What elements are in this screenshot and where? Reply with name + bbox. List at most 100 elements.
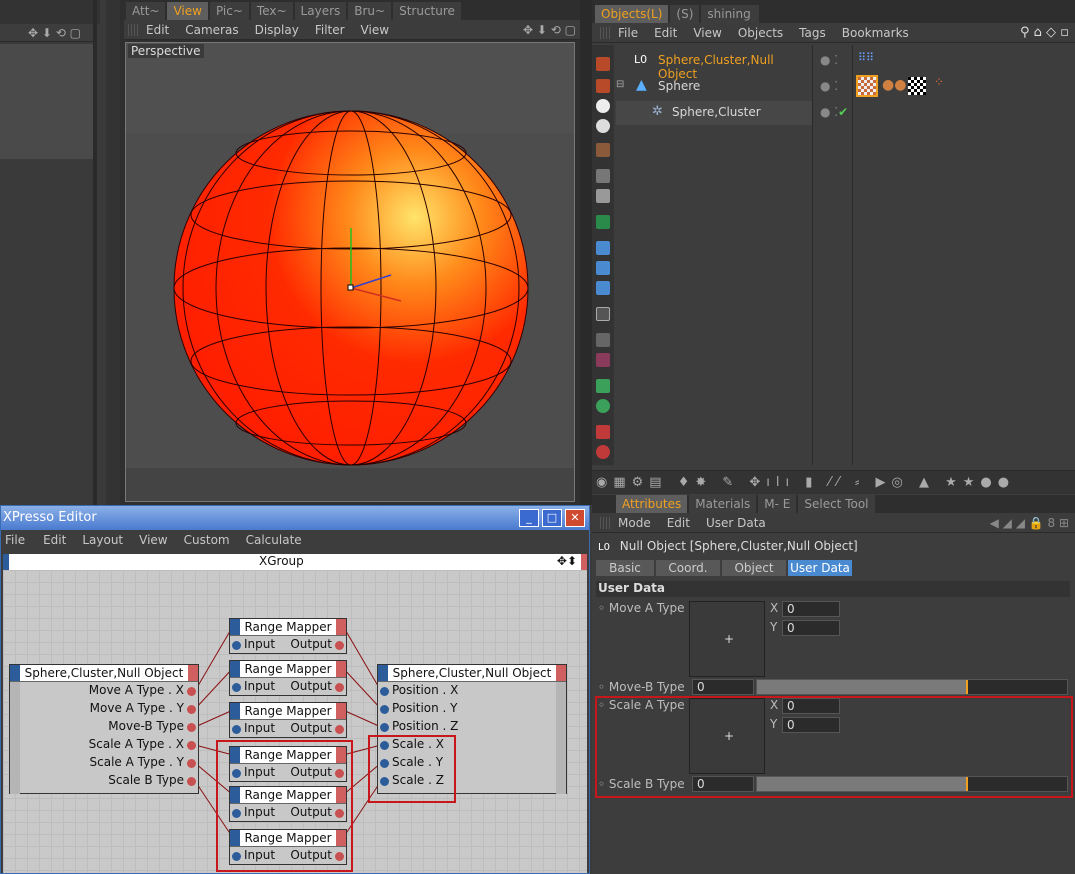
tool-icon[interactable] [596,189,610,203]
tab-select-tool[interactable]: Select Tool [798,495,875,513]
output-port[interactable] [335,683,344,692]
range-mapper-node[interactable]: Range Mapper Input Output [229,702,347,738]
tool-icon[interactable] [596,281,610,295]
tab-view[interactable]: View [167,2,208,20]
range-mapper-node[interactable]: Range Mapper Input Output [229,660,347,696]
maximize-button[interactable]: □ [542,509,562,527]
subtab-user-data[interactable]: User Data [788,560,852,576]
menu-edit[interactable]: Edit [646,26,685,40]
menu-edit[interactable]: Edit [138,23,177,37]
move-b-field[interactable]: 0 [692,679,754,695]
output-port[interactable] [187,687,196,696]
source-node[interactable]: Sphere,Cluster,Null Object Move A Type .… [9,664,199,794]
output-port[interactable] [187,777,196,786]
tool-icon[interactable] [596,399,610,413]
tool-icon[interactable] [596,379,610,393]
tool-icon[interactable] [596,169,610,183]
menu-file[interactable]: File [610,26,646,40]
output-port[interactable] [335,641,344,650]
menu-user-data[interactable]: User Data [698,516,774,530]
menu-calculate[interactable]: Calculate [238,533,310,547]
tab-tex[interactable]: Tex~ [250,2,293,20]
toolbar-icons[interactable]: ◉▦⚙▤ ♦✸ ✎ ✥ılı ▮ ⁄⁄ ⸗ ▶◎ ▲ ★★●● [596,474,1015,490]
tab-structure[interactable]: Structure [393,2,461,20]
move-a-x-field[interactable]: 0 [782,601,840,617]
menu-objects[interactable]: Objects [730,26,791,40]
nav-back-icon[interactable]: ◀ ◢ ◢ 🔒 8 ⊞ [990,516,1069,530]
xpresso-canvas[interactable]: Sphere,Cluster,Null Object Move A Type .… [3,570,587,873]
input-port[interactable] [380,705,389,714]
move-icon[interactable]: ✥⬍ [557,554,577,568]
tree-row[interactable]: ✲ Sphere,Cluster [616,101,812,125]
output-port[interactable] [187,723,196,732]
menu-bookmarks[interactable]: Bookmarks [834,26,917,40]
tool-icon[interactable] [596,143,610,157]
visibility-dot[interactable]: ● ⁚ [820,53,838,67]
menu-mode[interactable]: Mode [610,516,659,530]
menu-tags[interactable]: Tags [791,26,834,40]
close-button[interactable]: ✕ [565,509,585,527]
tree-row[interactable]: ⊟ ▲ Sphere [616,75,812,99]
vertical-splitter[interactable] [580,0,592,505]
input-port[interactable] [380,723,389,732]
move-a-spline[interactable]: + [689,601,765,677]
subtab-object[interactable]: Object [722,560,786,576]
range-mapper-node[interactable]: Range Mapper Input Output [229,618,347,654]
sphere-tool-icon[interactable] [596,119,610,133]
menu-file[interactable]: File [1,533,35,547]
menu-edit[interactable]: Edit [659,516,698,530]
output-port[interactable] [187,705,196,714]
texture-tag-icon[interactable] [908,77,926,95]
tool-icon[interactable] [596,353,610,367]
input-port[interactable] [232,641,241,650]
viewport-canvas[interactable]: Perspective [125,42,575,502]
output-port[interactable] [187,741,196,750]
sphere[interactable] [126,43,575,502]
tool-icon[interactable] [596,445,610,459]
menu-custom[interactable]: Custom [176,533,238,547]
expand-icon[interactable]: ⊟ [616,79,624,90]
output-port[interactable] [335,725,344,734]
move-b-slider[interactable] [756,679,1068,695]
xpresso-titlebar[interactable]: XPresso Editor _ □ ✕ [1,506,589,530]
minimize-button[interactable]: _ [519,509,539,527]
tool-icon[interactable] [596,215,610,229]
tab-layers[interactable]: Layers [294,2,347,20]
tree-row[interactable]: L0 Sphere,Cluster,Null Object [616,49,812,81]
xpresso-tag-icon[interactable]: ⠿⠿ [858,51,874,64]
sphere-tool-icon[interactable] [596,99,610,113]
tab-bru[interactable]: Bru~ [348,2,392,20]
tab-materials[interactable]: Materials [689,495,757,513]
tab-s[interactable]: (S) [670,5,700,23]
menu-layout[interactable]: Layout [74,533,131,547]
menu-filter[interactable]: Filter [307,23,353,37]
tab-me[interactable]: M- E [758,495,797,513]
search-icon[interactable]: ⚲ ⌂ ◇ ▫ [1020,25,1069,40]
tab-pic[interactable]: Pic~ [209,2,249,20]
tab-attributes[interactable]: Attributes [616,495,688,513]
material-tag-icon[interactable]: ●● [882,77,906,93]
tool-icon[interactable] [596,261,610,275]
menu-cameras[interactable]: Cameras [177,23,246,37]
visibility-dot[interactable]: ● ⁚ [820,79,838,93]
output-port[interactable] [187,759,196,768]
material-tag-icon[interactable] [856,75,878,97]
tool-icon[interactable] [596,57,610,71]
menu-view[interactable]: View [131,533,175,547]
viewport-nav-icons[interactable]: ✥ ⬇ ⟲ ▢ [523,23,576,37]
move-a-y-field[interactable]: 0 [782,620,840,636]
input-port[interactable] [380,687,389,696]
tab-objects[interactable]: Objects(L) [595,5,669,23]
move-icon[interactable]: ✥ ⬇ ⟲ ▢ [28,26,81,40]
check-icon[interactable]: ● ⁚✔ [820,105,848,119]
subtab-basic[interactable]: Basic [596,560,654,576]
tab-att[interactable]: Att~ [126,2,166,20]
null-tool-icon[interactable] [596,307,610,321]
tool-icon[interactable] [596,241,610,255]
menu-display[interactable]: Display [247,23,307,37]
tool-icon[interactable] [596,333,610,347]
cluster-tag-icon[interactable]: ⁘ [934,75,944,89]
menu-view[interactable]: View [353,23,397,37]
tool-icon[interactable] [596,79,610,93]
input-port[interactable] [232,725,241,734]
